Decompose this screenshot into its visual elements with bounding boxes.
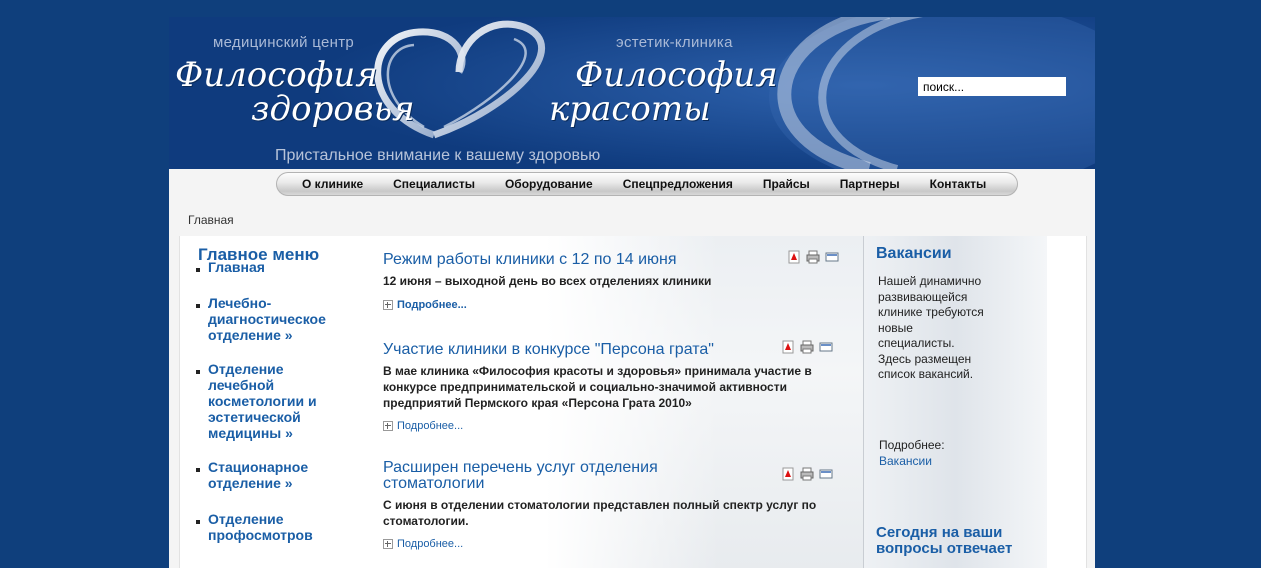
nav-item-offers[interactable]: Спецпредложения [623,177,733,191]
vacancies-text: Нашей динамично развивающейся клинике тр… [878,274,984,381]
site-header: медицинский центр Философия здоровья эст… [169,17,1095,169]
article-title[interactable]: Расширен перечень услуг отделения стомат… [383,460,713,492]
menu-item-cosmetology[interactable]: Отделение лечебной косметологии и эстети… [208,361,348,441]
print-icon[interactable] [800,340,814,354]
right-brand-line2: красоты [549,89,711,129]
read-more-link[interactable]: Подробнее... [383,420,463,432]
vacancies-panel: Вакансии Нашей динамично развивающейся к… [863,236,1047,568]
right-brand-line1: Философия [575,55,778,95]
plus-icon [383,539,393,549]
article-title[interactable]: Участие клиники в конкурсе "Персона грат… [383,342,763,358]
read-more-label: Подробнее... [397,299,467,311]
left-brand-line1: Философия [175,55,378,95]
bullet [196,468,200,472]
pdf-icon[interactable] [781,340,795,354]
page: медицинский центр Философия здоровья эст… [169,17,1095,568]
answers-title: Сегодня на ваши вопросы отвечает [876,524,1013,557]
plus-icon [383,300,393,310]
vacancies-link[interactable]: Вакансии [879,454,932,468]
pdf-icon[interactable] [787,250,801,264]
nav-item-partners[interactable]: Партнеры [840,177,900,191]
right-subtitle: эстетик-клиника [616,34,733,51]
nav-item-contacts[interactable]: Контакты [930,177,987,191]
article-title[interactable]: Режим работы клиники с 12 по 14 июня [383,252,703,268]
pdf-icon[interactable] [781,467,795,481]
menu-item-diagnostics[interactable]: Лечебно-диагностическое отделение » [208,295,348,343]
left-subtitle: медицинский центр [213,34,355,51]
news-column: Режим работы клиники с 12 по 14 июня 12 … [375,236,863,568]
read-more-link[interactable]: Подробнее... [383,299,467,311]
article-body: В мае клиника «Философия красоты и здоро… [383,364,812,410]
vacancies-title: Вакансии [876,245,952,262]
email-icon[interactable] [825,250,839,264]
nav-item-prices[interactable]: Прайсы [763,177,810,191]
read-more-link[interactable]: Подробнее... [383,538,463,550]
print-icon[interactable] [806,250,820,264]
print-icon[interactable] [800,467,814,481]
article-tools [787,250,839,264]
menu-item-home[interactable]: Главная [208,259,348,275]
search-input[interactable] [918,77,1066,96]
content-area: Главное меню Главная Лечебно-диагностиче… [179,236,1087,568]
article-tools [781,467,833,481]
article-body: 12 июня – выходной день во всех отделени… [383,274,712,288]
plus-icon [383,421,393,431]
nav-item-specialists[interactable]: Специалисты [393,177,475,191]
read-more-label: Подробнее... [397,538,464,550]
bullet [196,520,200,524]
bullet [196,370,200,374]
read-more-label: Подробнее... [397,420,464,432]
breadcrumb: Главная [188,213,234,227]
bullet [196,304,200,308]
email-icon[interactable] [819,467,833,481]
left-brand-line2: здоровья [251,89,415,129]
menu-item-checkups[interactable]: Отделение профосмотров [208,511,348,543]
main-nav: О клинике Специалисты Оборудование Спецп… [276,172,1018,196]
email-icon[interactable] [819,340,833,354]
article-tools [781,340,833,354]
slogan: Пристальное внимание к вашему здоровью [275,147,601,164]
bullet [196,268,200,272]
nav-item-about[interactable]: О клинике [302,177,363,191]
nav-item-equipment[interactable]: Оборудование [505,177,593,191]
article-body: С июня в отделении стоматологии представ… [383,498,817,528]
menu-item-inpatient[interactable]: Стационарное отделение » [208,459,348,491]
vacancies-more-label: Подробнее: [879,438,945,452]
